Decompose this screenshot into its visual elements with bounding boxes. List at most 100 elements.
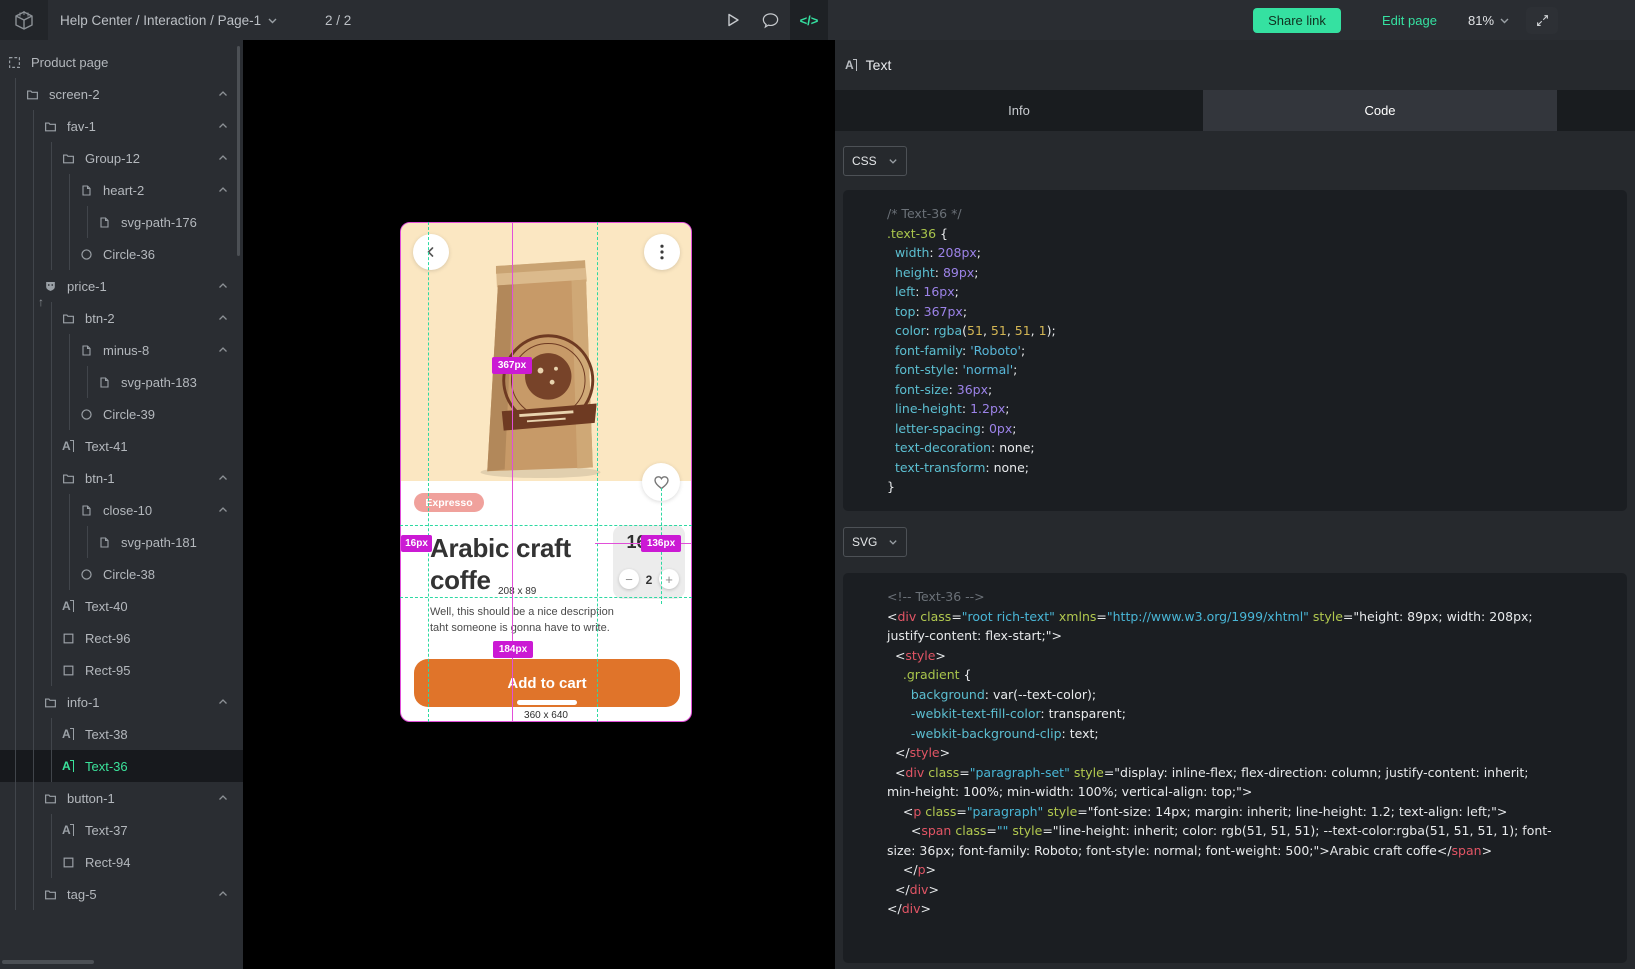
css-language-dropdown[interactable]: CSS — [843, 146, 907, 176]
collapse-chevron-icon[interactable] — [217, 280, 229, 292]
tree-indent-guide — [33, 782, 34, 814]
category-tag[interactable]: Expresso — [414, 493, 484, 512]
layer-label: svg-path-176 — [121, 215, 197, 230]
app-logo[interactable] — [0, 0, 48, 40]
kebab-menu-icon — [660, 244, 664, 260]
tree-indent-guide — [15, 334, 16, 366]
sidebar-horizontal-scrollbar[interactable] — [2, 960, 94, 964]
comments-button[interactable] — [752, 0, 788, 40]
layer-item-btn-1[interactable]: btn-1 — [0, 462, 243, 494]
design-canvas[interactable]: Expresso Arabic craft coffe 208 x 89 16.… — [243, 40, 835, 969]
tree-indent-guide — [15, 110, 16, 142]
layer-label: Text-40 — [85, 599, 128, 614]
measurement-badge-bottom: 184px — [493, 641, 533, 658]
layer-label: svg-path-181 — [121, 535, 197, 550]
tree-indent-guide — [15, 686, 16, 718]
tree-indent-guide — [51, 558, 52, 590]
layer-item-text-40[interactable]: AText-40 — [0, 590, 243, 622]
layer-item-rect-94[interactable]: Rect-94 — [0, 846, 243, 878]
tree-indent-guide — [33, 142, 34, 174]
collapse-chevron-icon[interactable] — [217, 312, 229, 324]
collapse-chevron-icon[interactable] — [217, 88, 229, 100]
home-indicator — [517, 700, 577, 705]
folder-layer-icon — [62, 151, 76, 165]
play-button[interactable] — [714, 0, 750, 40]
back-button[interactable] — [413, 234, 449, 270]
css-code-block[interactable]: /* Text-36 */.text-36 { width: 208px; he… — [843, 190, 1627, 511]
layer-item-text-36[interactable]: AText-36 — [0, 750, 243, 782]
share-link-button[interactable]: Share link — [1253, 8, 1341, 33]
collapse-chevron-icon[interactable] — [217, 504, 229, 516]
tree-indent-guide — [69, 238, 70, 270]
layer-item-circle-36[interactable]: Circle-36 — [0, 238, 243, 270]
tab-code[interactable]: Code — [1203, 90, 1557, 131]
code-line: letter-spacing: 0px; — [887, 419, 1617, 439]
layer-item-svg-path-181[interactable]: svg-path-181 — [0, 526, 243, 558]
collapse-chevron-icon[interactable] — [217, 472, 229, 484]
tree-indent-guide — [33, 814, 34, 846]
layer-item-circle-39[interactable]: Circle-39 — [0, 398, 243, 430]
zoom-control[interactable]: 81% — [1468, 0, 1510, 40]
sidebar-vertical-scrollbar[interactable] — [237, 46, 240, 256]
tree-indent-guide — [51, 142, 52, 174]
layer-item-heart-2[interactable]: heart-2 — [0, 174, 243, 206]
layer-item-price-1[interactable]: price-1 — [0, 270, 243, 302]
layer-item-minus-8[interactable]: minus-8 — [0, 334, 243, 366]
tab-info[interactable]: Info — [835, 90, 1203, 131]
layer-item-button-1[interactable]: button-1 — [0, 782, 243, 814]
tree-indent-guide — [15, 750, 16, 782]
collapse-chevron-icon[interactable] — [217, 344, 229, 356]
layer-item-text-38[interactable]: AText-38 — [0, 718, 243, 750]
collapse-chevron-icon[interactable] — [217, 152, 229, 164]
layer-item-circle-38[interactable]: Circle-38 — [0, 558, 243, 590]
chevron-down-icon — [888, 537, 898, 547]
layer-item-text-41[interactable]: AText-41 — [0, 430, 243, 462]
tree-indent-guide — [51, 206, 52, 238]
layer-item-btn-2[interactable]: btn-2↑ — [0, 302, 243, 334]
layer-item-fav-1[interactable]: fav-1 — [0, 110, 243, 142]
edit-page-link[interactable]: Edit page — [1382, 0, 1437, 40]
collapse-chevron-icon[interactable] — [217, 120, 229, 132]
collapse-chevron-icon[interactable] — [217, 792, 229, 804]
layer-item-info-1[interactable]: info-1 — [0, 686, 243, 718]
product-screen-frame[interactable]: Expresso Arabic craft coffe 208 x 89 16.… — [400, 222, 692, 722]
code-line: font-family: 'Roboto'; — [887, 341, 1617, 361]
menu-button[interactable] — [644, 234, 680, 270]
file-layer-icon — [80, 503, 94, 517]
layer-label: Rect-94 — [85, 855, 131, 870]
layer-item-svg-path-176[interactable]: svg-path-176 — [0, 206, 243, 238]
layer-item-product-page[interactable]: Product page — [0, 46, 243, 78]
folder-layer-icon — [44, 695, 58, 709]
layer-item-screen-2[interactable]: screen-2 — [0, 78, 243, 110]
tree-indent-guide — [33, 718, 34, 750]
collapse-chevron-icon[interactable] — [217, 696, 229, 708]
code-line: -webkit-text-fill-color: transparent; — [887, 704, 1617, 724]
fullscreen-button[interactable] — [1526, 7, 1558, 34]
quantity-increase-button[interactable]: + — [659, 569, 679, 589]
layer-item-svg-path-183[interactable]: svg-path-183 — [0, 366, 243, 398]
code-line: top: 367px; — [887, 302, 1617, 322]
tree-indent-guide — [33, 878, 34, 910]
layer-item-tag-5[interactable]: tag-5 — [0, 878, 243, 910]
layer-item-text-37[interactable]: AText-37 — [0, 814, 243, 846]
code-line: .gradient { — [887, 665, 1617, 685]
layer-item-close-10[interactable]: close-10 — [0, 494, 243, 526]
code-line: left: 16px; — [887, 282, 1617, 302]
breadcrumb[interactable]: Help Center / Interaction / Page-1 — [60, 0, 278, 40]
layer-label: Circle-38 — [103, 567, 155, 582]
svg-language-dropdown[interactable]: SVG — [843, 527, 907, 557]
collapse-chevron-icon[interactable] — [217, 184, 229, 196]
comment-bubble-icon — [761, 11, 780, 30]
up-arrow-marker: ↑ — [38, 295, 44, 309]
code-line: <div class="root rich-text" xmlns="http:… — [887, 607, 1617, 627]
layer-label: fav-1 — [67, 119, 96, 134]
tree-indent-guide — [51, 846, 52, 878]
collapse-chevron-icon[interactable] — [217, 888, 229, 900]
layer-item-group-12[interactable]: Group-12 — [0, 142, 243, 174]
code-mode-button[interactable]: </> — [790, 0, 828, 40]
tree-indent-guide — [33, 846, 34, 878]
layer-label: minus-8 — [103, 343, 149, 358]
layer-item-rect-95[interactable]: Rect-95 — [0, 654, 243, 686]
svg-code-block[interactable]: <!-- Text-36 --><div class="root rich-te… — [843, 573, 1627, 963]
layer-item-rect-96[interactable]: Rect-96 — [0, 622, 243, 654]
